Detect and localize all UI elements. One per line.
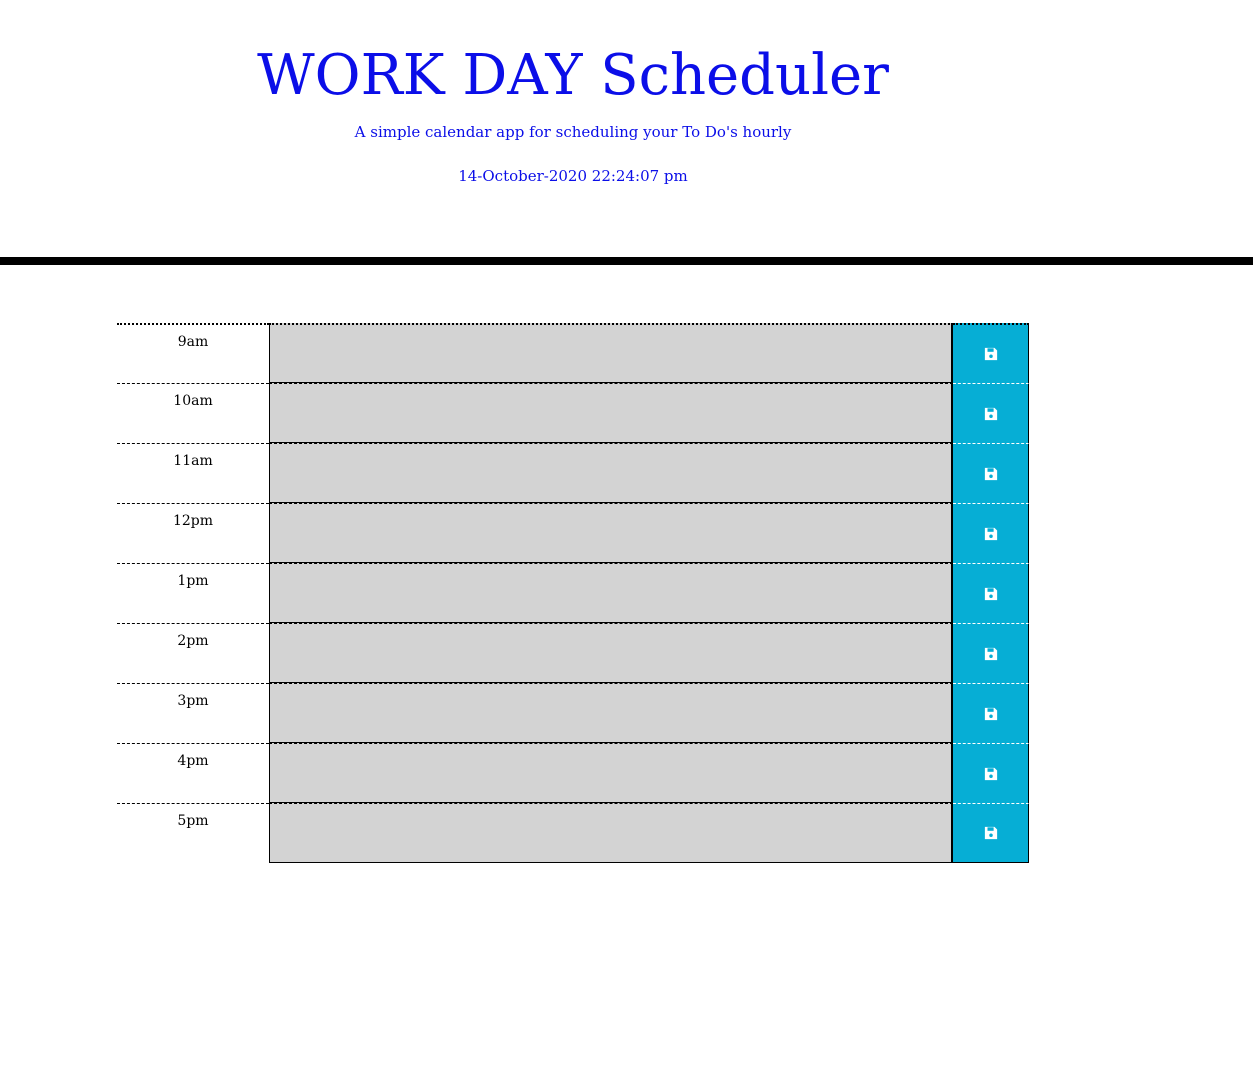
- floppy-disk-icon: [984, 707, 997, 720]
- time-block-row: 2pm: [117, 623, 1029, 683]
- time-block-row: 10am: [117, 383, 1029, 443]
- hour-label: 11am: [117, 443, 269, 503]
- time-block-row: 9am: [117, 323, 1029, 383]
- event-description-input[interactable]: [269, 623, 953, 683]
- floppy-disk-icon: [984, 347, 997, 361]
- event-description-input[interactable]: [269, 443, 953, 503]
- page-title: WORK DAY Scheduler: [257, 43, 889, 108]
- floppy-disk-icon: [984, 407, 997, 420]
- current-datetime: 14-October-2020 22:24:07 pm: [458, 167, 688, 185]
- event-description-input[interactable]: [269, 803, 953, 863]
- floppy-disk-icon: [984, 587, 997, 600]
- time-block-row: 5pm: [117, 803, 1029, 863]
- event-description-input[interactable]: [269, 383, 953, 443]
- time-block-row: 12pm: [117, 503, 1029, 563]
- event-description-input[interactable]: [269, 563, 953, 623]
- save-button[interactable]: [953, 383, 1029, 443]
- event-description-input[interactable]: [269, 743, 953, 803]
- schedule-container: 9am 10am 11am 12pm 1pm 2pm 3pm 4pm 5pm: [117, 323, 1029, 863]
- hour-label: 10am: [117, 383, 269, 443]
- event-description-input[interactable]: [269, 323, 953, 383]
- event-description-input[interactable]: [269, 683, 953, 743]
- time-block-row: 4pm: [117, 743, 1029, 803]
- page-subtitle: A simple calendar app for scheduling you…: [354, 123, 792, 141]
- save-button[interactable]: [953, 803, 1029, 863]
- header-divider: [0, 257, 1253, 265]
- save-button[interactable]: [953, 743, 1029, 803]
- time-block-row: 3pm: [117, 683, 1029, 743]
- floppy-disk-icon: [984, 467, 997, 480]
- hour-label: 5pm: [117, 803, 269, 863]
- event-description-input[interactable]: [269, 503, 953, 563]
- floppy-disk-icon: [984, 647, 997, 660]
- time-block-row: 11am: [117, 443, 1029, 503]
- floppy-disk-icon: [984, 826, 997, 840]
- save-button[interactable]: [953, 563, 1029, 623]
- save-button[interactable]: [953, 323, 1029, 383]
- save-button[interactable]: [953, 443, 1029, 503]
- floppy-disk-icon: [984, 767, 997, 780]
- save-button[interactable]: [953, 623, 1029, 683]
- hour-label: 12pm: [117, 503, 269, 563]
- floppy-disk-icon: [984, 527, 997, 540]
- hour-label: 9am: [117, 323, 269, 383]
- save-button[interactable]: [953, 683, 1029, 743]
- time-block-row: 1pm: [117, 563, 1029, 623]
- hour-label: 3pm: [117, 683, 269, 743]
- save-button[interactable]: [953, 503, 1029, 563]
- hour-label: 4pm: [117, 743, 269, 803]
- hour-label: 2pm: [117, 623, 269, 683]
- hour-label: 1pm: [117, 563, 269, 623]
